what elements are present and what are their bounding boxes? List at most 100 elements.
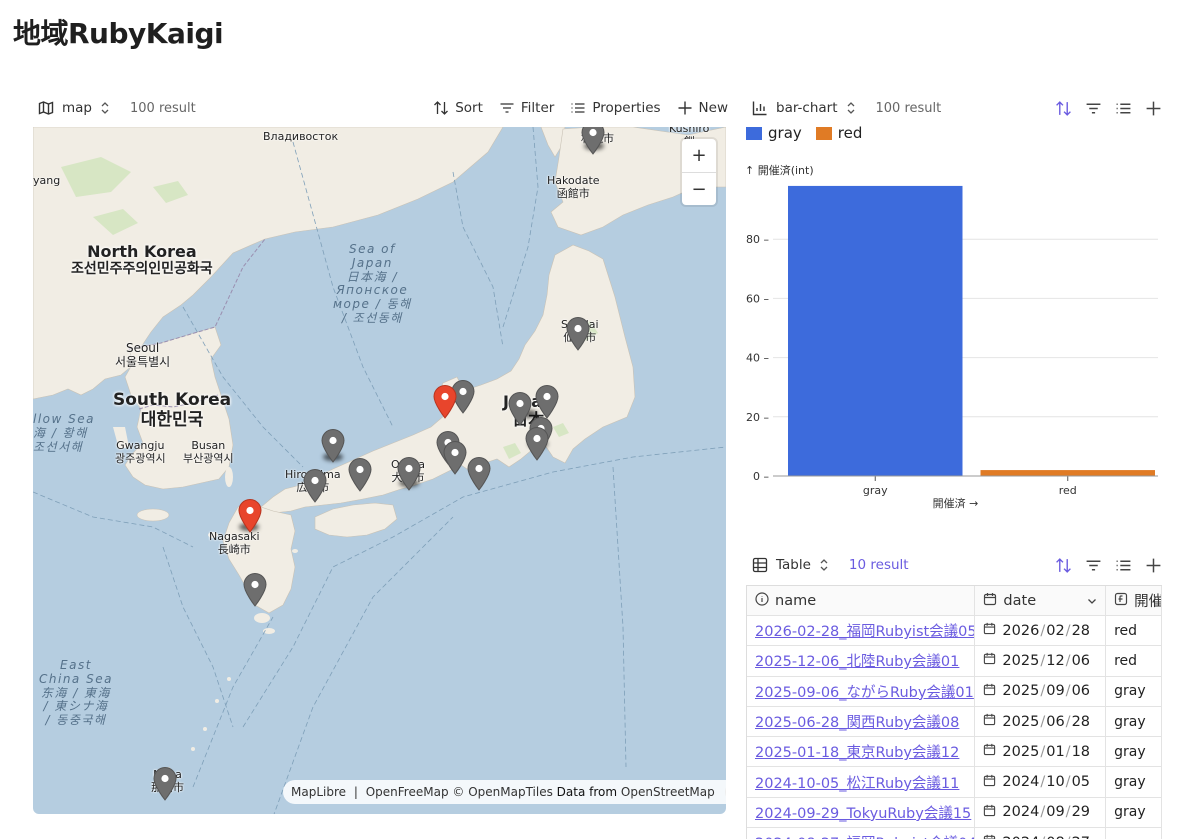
chevron-updown-icon [100, 101, 110, 115]
table-row[interactable]: 2025-06-28_関西Ruby会議08 2025/06/28 gray [747, 706, 1162, 738]
table-result-count: 10 result [848, 557, 909, 573]
legend-item-red[interactable]: red [815, 124, 862, 142]
map-marker-gray[interactable] [397, 457, 421, 491]
map-label-gwangju: Gwangju 광주광역시 [115, 439, 166, 465]
date-day: 18 [1071, 743, 1091, 760]
filter-button[interactable]: Filter [499, 100, 554, 116]
map-label-sea-of-japan: Sea of Japan 日本海 / Японское море / 동해 / … [333, 242, 412, 325]
map-marker-gray[interactable] [525, 427, 549, 461]
plus-icon[interactable] [1145, 557, 1162, 574]
y-axis-label: ↑ 開催済(int) [745, 163, 814, 177]
date-month: 12 [1046, 652, 1065, 669]
date-value: 2025/06/28 [983, 713, 1090, 730]
map-label-south-korea: South Korea 대한민국 [113, 390, 232, 430]
calendar-icon [983, 622, 996, 639]
map-label-east-china-sea: East China Sea 东海 / 東海 / 東シナ海 / 동중국해 [39, 658, 113, 728]
attribution-osm-link[interactable]: OpenStreetMap [621, 785, 715, 799]
table-row[interactable]: 2025-12-06_北陸Ruby会議01 2025/12/06 red [747, 646, 1162, 677]
sort-icon[interactable] [1055, 557, 1072, 574]
zoom-in-button[interactable]: + [682, 139, 716, 172]
date-separator: / [1065, 713, 1071, 730]
column-header-date[interactable]: date [975, 586, 1107, 615]
x-axis-label: 開催済 → [933, 496, 979, 510]
map-marker-red[interactable] [433, 385, 457, 419]
date-year: 2026 [1002, 622, 1040, 639]
date-day: 28 [1071, 622, 1091, 639]
map-canvas[interactable]: Владивосток yang North Korea 조선민주주의인민공화국… [33, 127, 726, 814]
cell-name: 2024-10-05_松江Ruby会議11 [747, 767, 976, 797]
cell-date: 2024/10/05 [975, 767, 1107, 797]
record-link[interactable]: 2025-06-28_関西Ruby会議08 [755, 711, 959, 732]
record-link[interactable]: 2026-02-28_福岡Rubyist会議05 [755, 620, 974, 641]
map-marker-gray[interactable] [535, 385, 559, 419]
record-link[interactable]: 2024-09-29_TokyuRuby会議15 [755, 802, 971, 823]
bar-gray [788, 185, 963, 477]
map-marker-gray[interactable] [243, 573, 267, 607]
map-marker-gray[interactable] [566, 317, 590, 351]
table-view-switcher[interactable]: Table [752, 557, 829, 573]
filter-icon[interactable] [1085, 100, 1102, 117]
map-toolbar: map 100 result Sort Filter Properties Ne… [38, 94, 728, 122]
table-row[interactable]: 2025-01-18_東京Ruby会議12 2025/01/18 gray [747, 737, 1162, 768]
list-icon[interactable] [1115, 100, 1132, 117]
list-icon[interactable] [1115, 557, 1132, 574]
map-view-switcher[interactable]: map [38, 100, 110, 116]
record-link[interactable]: 2025-09-06_ながらRuby会議01 [755, 681, 974, 702]
column-header-host[interactable]: 開催 [1106, 586, 1162, 615]
record-link[interactable]: 2025-01-18_東京Ruby会議12 [755, 741, 959, 762]
map-view-name: map [62, 100, 92, 116]
filter-label: Filter [520, 100, 555, 116]
map-marker-gray[interactable] [581, 127, 605, 155]
record-link[interactable]: 2024-10-05_松江Ruby会議11 [755, 772, 959, 793]
map-marker-gray[interactable] [348, 458, 372, 492]
table-row[interactable]: 2024-09-29_TokyuRuby会議15 2024/09/29 gray [747, 797, 1162, 829]
table-row[interactable]: 2025-09-06_ながらRuby会議01 2025/09/06 gray [747, 676, 1162, 707]
date-year: 2024 [1002, 774, 1040, 791]
attribution-openfreemap-link[interactable]: OpenFreeMap [366, 785, 449, 799]
date-value: 2025/09/06 [983, 683, 1090, 700]
properties-button[interactable]: Properties [570, 100, 661, 116]
map-marker-gray[interactable] [153, 767, 177, 801]
map-marker-gray[interactable] [443, 441, 467, 475]
column-header-name[interactable]: name [747, 586, 976, 615]
record-link[interactable]: 2025-12-06_北陸Ruby会議01 [755, 650, 959, 671]
table-row[interactable]: 2024-08-27_福岡Rubyist会議042024/08/27gray [747, 828, 1162, 839]
new-label: New [698, 100, 728, 116]
record-link[interactable]: 2024-08-27_福岡Rubyist会議04 [755, 832, 974, 839]
sort-icon[interactable] [1055, 100, 1072, 117]
new-button[interactable]: New [677, 100, 728, 116]
attribution-openmaptiles-link[interactable]: © OpenMapTiles [452, 785, 552, 799]
map-marker-gray[interactable] [467, 457, 491, 491]
cell-date: 2024/08/27 [975, 828, 1107, 839]
cell-name: 2024-09-29_TokyuRuby会議15 [747, 797, 976, 828]
plus-icon[interactable] [1145, 100, 1162, 117]
list-icon [570, 100, 586, 116]
status-value: gray [1114, 774, 1146, 791]
attribution-data-from: Data from [556, 785, 618, 799]
legend-item-gray[interactable]: gray [746, 124, 802, 142]
map-marker-gray[interactable] [321, 429, 345, 463]
status-value: gray [1114, 743, 1146, 760]
attribution-maplibre-link[interactable]: MapLibre [291, 785, 346, 799]
bar-chart-icon [752, 100, 768, 116]
sort-button[interactable]: Sort [433, 100, 483, 116]
attribution-toggle-button[interactable] [724, 782, 726, 802]
table-row[interactable]: 2026-02-28_福岡Rubyist会議05 2026/02/28 red [747, 616, 1162, 647]
date-day: 29 [1071, 804, 1091, 821]
table-row[interactable]: 2024-10-05_松江Ruby会議11 2024/10/05 gray [747, 767, 1162, 798]
date-day: 06 [1071, 652, 1091, 669]
x-tick-label: red [1059, 484, 1077, 497]
cell-name: 2026-02-28_福岡Rubyist会議05 [747, 616, 976, 646]
info-icon [755, 591, 769, 610]
zoom-out-button[interactable]: − [682, 172, 716, 205]
cell-name: 2025-12-06_北陸Ruby会議01 [747, 646, 976, 676]
cell-date: 2024/09/29 [975, 797, 1107, 828]
table-body: 2026-02-28_福岡Rubyist会議05 2026/02/28 red 202… [747, 616, 1162, 839]
map-marker-gray[interactable] [303, 469, 327, 503]
sort-icon [433, 100, 449, 116]
filter-icon[interactable] [1085, 557, 1102, 574]
chart-view-switcher[interactable]: bar-chart [752, 100, 856, 116]
cell-status: gray [1106, 767, 1162, 797]
date-month: 01 [1046, 743, 1065, 760]
map-marker-red[interactable] [238, 499, 262, 533]
